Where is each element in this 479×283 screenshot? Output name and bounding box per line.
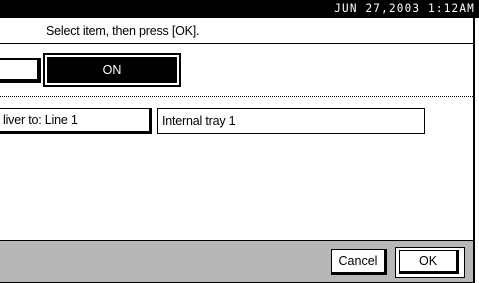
instruction-row: Select item, then press [OK]. bbox=[0, 18, 473, 44]
instruction-message: Select item, then press [OK]. bbox=[46, 24, 200, 38]
ok-button-frame: OK bbox=[395, 247, 465, 278]
printer-panel-screen: JUN 27,2003 1:12AM Select item, then pre… bbox=[0, 0, 479, 283]
on-button[interactable]: ON bbox=[43, 53, 181, 87]
action-bar: Cancel OK bbox=[0, 240, 473, 282]
delivery-row: liver to: Line 1 Internal tray 1 bbox=[0, 105, 473, 135]
deliver-to-button[interactable]: liver to: Line 1 bbox=[0, 108, 152, 134]
toggle-row: ON bbox=[0, 44, 473, 97]
ok-button[interactable]: OK bbox=[399, 250, 459, 274]
settings-window: Select item, then press [OK]. ON liver t… bbox=[0, 18, 475, 283]
date-time: JUN 27,2003 1:12AM bbox=[334, 1, 475, 16]
output-tray-field: Internal tray 1 bbox=[157, 108, 425, 134]
status-bar: JUN 27,2003 1:12AM bbox=[0, 0, 479, 18]
cancel-button[interactable]: Cancel bbox=[331, 249, 387, 275]
off-button[interactable] bbox=[0, 58, 41, 83]
